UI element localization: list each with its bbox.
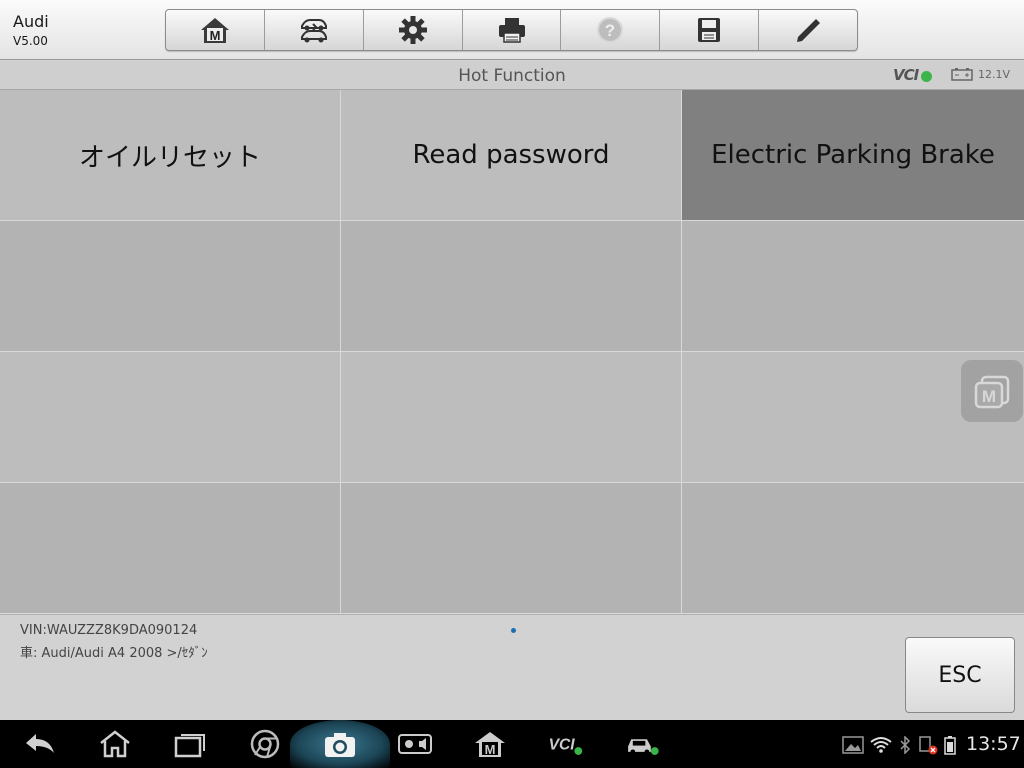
toolbar-settings-button[interactable] — [364, 10, 463, 50]
function-label: オイルリセット — [78, 142, 261, 173]
camera-icon — [325, 733, 355, 757]
recent-apps-icon — [174, 734, 205, 758]
chrome-button[interactable] — [245, 720, 285, 768]
function-label: Read password — [412, 140, 610, 170]
vci-manager-button[interactable]: VCI — [540, 720, 590, 768]
top-header: Audi V5.00 M ? — [0, 0, 1024, 60]
battery-icon — [951, 68, 973, 81]
maxisys-m-icon: M — [475, 732, 505, 757]
battery-status-icon — [944, 736, 956, 755]
page-indicator-dot — [511, 628, 516, 633]
floating-shortcut-button[interactable]: M — [961, 360, 1023, 422]
vci-status-label: VCI — [893, 66, 919, 84]
svg-text:VCI: VCI — [549, 736, 576, 753]
printer-icon — [498, 18, 525, 43]
main-toolbar: M ? — [165, 9, 858, 51]
toolbar-edit-button[interactable] — [759, 10, 857, 50]
empty-tile — [682, 221, 1024, 352]
page-title: Hot Function — [458, 66, 566, 86]
wifi-icon — [870, 737, 892, 753]
empty-tile — [341, 352, 682, 483]
empty-tile — [0, 483, 341, 614]
toolbar-help-button[interactable]: ? — [561, 10, 661, 50]
esc-button[interactable]: ESC — [905, 637, 1015, 713]
home-icon: M — [200, 18, 229, 43]
svg-text:M: M — [485, 742, 496, 757]
car-icon — [628, 739, 659, 755]
help-icon: ? — [597, 17, 624, 43]
empty-tile — [0, 221, 341, 352]
back-icon — [26, 734, 54, 753]
save-icon — [698, 18, 721, 42]
hot-function-grid: オイルリセット Read password Electric Parking B… — [0, 90, 1024, 614]
software-version: V5.00 — [13, 34, 48, 48]
maxisys-home-button[interactable]: M — [470, 720, 510, 768]
image-notification-icon — [842, 736, 864, 754]
function-tile-read-password[interactable]: Read password — [341, 90, 682, 221]
toolbar-vehicle-swap-button[interactable] — [265, 10, 364, 50]
status-icons — [842, 733, 956, 757]
vci-connected-icon — [921, 71, 932, 82]
svg-text:?: ? — [605, 21, 615, 40]
toolbar-home-button[interactable]: M — [166, 10, 265, 50]
home-icon — [100, 730, 130, 758]
svg-text:M: M — [982, 387, 996, 406]
edit-pencil-icon — [797, 19, 821, 42]
chrome-icon — [250, 729, 280, 759]
brightness-volume-button[interactable] — [395, 720, 435, 768]
footer-bar: VIN:WAUZZZ8K9DA090124 車: Audi/Audi A4 20… — [0, 614, 1024, 720]
empty-tile — [0, 352, 341, 483]
function-tile-electric-parking-brake[interactable]: Electric Parking Brake — [682, 90, 1024, 221]
brightness-volume-icon — [398, 734, 432, 754]
brand-block: Audi V5.00 — [13, 12, 49, 50]
status-clock: 13:57 — [966, 733, 1021, 755]
vehicle-brand: Audi — [13, 12, 49, 31]
vin-label: VIN:WAUZZZ8K9DA090124 — [20, 623, 198, 638]
function-label: Electric Parking Brake — [711, 140, 995, 170]
vehicle-button[interactable] — [620, 720, 666, 768]
back-button[interactable] — [20, 720, 60, 768]
empty-tile — [341, 483, 682, 614]
vehicle-swap-icon — [300, 19, 327, 43]
bluetooth-icon — [900, 736, 911, 754]
battery-voltage: 12.1V — [978, 68, 1011, 81]
empty-tile — [682, 483, 1024, 614]
network-disconnected-icon — [919, 736, 938, 755]
function-tile-oil-reset[interactable]: オイルリセット — [0, 90, 341, 221]
toolbar-save-button[interactable] — [660, 10, 760, 50]
svg-text:M: M — [210, 28, 221, 43]
vehicle-path-label: 車: Audi/Audi A4 2008 >/ｾﾀﾞﾝ — [20, 646, 208, 661]
maxisys-m-icon: M — [974, 375, 1010, 409]
recent-apps-button[interactable] — [170, 720, 210, 768]
empty-tile — [341, 221, 682, 352]
toolbar-print-button[interactable] — [463, 10, 562, 50]
camera-button[interactable] — [320, 720, 360, 768]
app-window: { "header": { "brand": "Audi", "version"… — [0, 0, 1024, 768]
title-bar: Hot Function VCI — [0, 61, 1024, 90]
settings-gear-icon — [398, 16, 427, 44]
home-nav-button[interactable] — [95, 720, 135, 768]
vci-icon: VCI — [549, 736, 583, 755]
